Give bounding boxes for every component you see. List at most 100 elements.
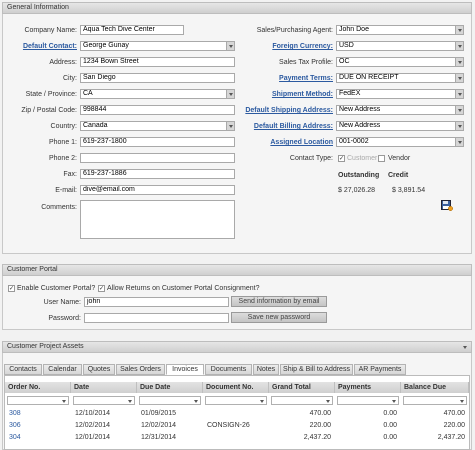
chevron-down-icon	[455, 90, 463, 98]
row2-order-no[interactable]: 306	[9, 421, 21, 431]
row3-date: 12/01/2014	[75, 434, 111, 441]
comments-label: Comments:	[41, 204, 77, 211]
vendor-checkbox[interactable]	[378, 155, 385, 162]
foreign-currency-link[interactable]: Foreign Currency:	[240, 42, 333, 51]
row3-payments: 0.00	[383, 434, 397, 441]
row2-date: 12/02/2014	[75, 422, 111, 429]
tab-sales-orders[interactable]: Sales Orders	[116, 364, 165, 375]
tab-ship-bill[interactable]: Ship & Bill to Address	[280, 364, 353, 375]
password-input[interactable]	[84, 313, 229, 323]
col-document-no[interactable]: Document No.	[203, 382, 269, 393]
row3-order-no[interactable]: 304	[9, 433, 21, 443]
default-billing-value: New Address	[339, 122, 381, 129]
tab-quotes[interactable]: Quotes	[83, 364, 115, 375]
user-name-input[interactable]: john	[84, 297, 229, 307]
phone2-input[interactable]	[80, 153, 235, 163]
sales-agent-label: Sales/Purchasing Agent:	[256, 27, 333, 34]
row2-payments: 0.00	[383, 422, 397, 429]
zip-input[interactable]: 998844	[80, 105, 235, 115]
email-input[interactable]: dive@email.com	[80, 185, 235, 195]
save-icon[interactable]	[441, 200, 453, 211]
filter-due-date[interactable]	[139, 396, 201, 405]
tab-contacts[interactable]: Contacts	[4, 364, 42, 375]
state-value: CA	[83, 90, 93, 97]
allow-returns-label: Allow Returns on Customer Portal Consign…	[107, 285, 260, 292]
tab-ar-payments[interactable]: AR Payments	[354, 364, 406, 375]
default-contact-select[interactable]: George Gunay	[80, 41, 235, 51]
vendor-label: Vendor	[388, 155, 411, 162]
sales-agent-select[interactable]: John Doe	[336, 25, 464, 35]
row2-document-no: CONSIGN-26	[207, 422, 250, 429]
assigned-location-link[interactable]: Assigned Location	[240, 138, 333, 147]
default-contact-link[interactable]: Default Contact:	[2, 42, 77, 51]
city-input[interactable]: San Diego	[80, 73, 235, 83]
assigned-location-value: 001-0002	[339, 138, 369, 145]
tab-invoices[interactable]: Invoices	[166, 364, 204, 375]
tab-documents[interactable]: Documents	[205, 364, 252, 375]
default-contact-value: George Gunay	[83, 42, 129, 49]
send-info-button[interactable]: Send information by email	[231, 296, 327, 307]
phone1-input[interactable]: 619-237-1800	[80, 137, 235, 147]
row1-balance-due: 470.00	[443, 410, 465, 417]
comments-textarea[interactable]	[80, 200, 235, 239]
chevron-down-icon	[127, 397, 134, 404]
row3-due-date: 12/31/2014	[141, 434, 177, 441]
filter-document-no[interactable]	[205, 396, 267, 405]
save-password-button[interactable]: Save new password	[231, 312, 327, 323]
col-payments[interactable]: Payments	[335, 382, 401, 393]
col-date[interactable]: Date	[71, 382, 137, 393]
credit-value: $ 3,891.54	[392, 187, 426, 194]
filter-balance-due[interactable]	[403, 396, 467, 405]
general-info-header[interactable]: General Information	[2, 2, 472, 14]
country-select[interactable]: Canada	[80, 121, 235, 131]
sales-tax-select[interactable]: OC	[336, 57, 464, 67]
assigned-location-select[interactable]: 001-0002	[336, 137, 464, 147]
project-assets-header[interactable]: Customer Project Assets	[2, 341, 472, 353]
payment-terms-value: DUE ON RECEIPT	[339, 74, 399, 81]
country-label: Country:	[50, 123, 77, 130]
fax-input[interactable]: 619-237-1886	[80, 169, 235, 179]
default-shipping-link[interactable]: Default Shipping Address:	[240, 106, 333, 115]
tab-notes[interactable]: Notes	[253, 364, 279, 375]
chevron-down-icon	[226, 90, 234, 98]
shipment-method-link[interactable]: Shipment Method:	[240, 90, 333, 99]
shipment-method-select[interactable]: FedEX	[336, 89, 464, 99]
default-shipping-select[interactable]: New Address	[336, 105, 464, 115]
user-name-label: User Name:	[43, 299, 81, 306]
phone2-label: Phone 2:	[48, 155, 77, 162]
default-billing-select[interactable]: New Address	[336, 121, 464, 131]
fax-label: Fax:	[63, 171, 77, 178]
address-input[interactable]: 1234 Bown Street	[80, 57, 235, 67]
default-billing-link[interactable]: Default Billing Address:	[240, 122, 333, 131]
chevron-down-icon	[455, 106, 463, 114]
customer-checkbox[interactable]: ✓	[338, 155, 345, 162]
company-name-input[interactable]: Aqua Tech Dive Center	[80, 25, 184, 35]
filter-order-no[interactable]	[7, 396, 69, 405]
chevron-down-icon	[226, 122, 234, 130]
row3-grand-total: 2,437.20	[303, 434, 331, 441]
country-value: Canada	[83, 122, 108, 129]
row1-date: 12/10/2014	[75, 410, 111, 417]
tab-calendar[interactable]: Calendar	[43, 364, 82, 375]
col-order-no[interactable]: Order No.	[5, 382, 71, 393]
foreign-currency-value: USD	[339, 42, 354, 49]
payment-terms-select[interactable]: DUE ON RECEIPT	[336, 73, 464, 83]
col-balance-due[interactable]: Balance Due	[401, 382, 469, 393]
enable-portal-checkbox[interactable]: ✓	[8, 285, 15, 292]
row1-order-no[interactable]: 308	[9, 409, 21, 419]
payment-terms-link[interactable]: Payment Terms:	[240, 74, 333, 83]
filter-date[interactable]	[73, 396, 135, 405]
customer-portal-header[interactable]: Customer Portal	[2, 264, 472, 276]
row2-due-date: 12/02/2014	[141, 422, 177, 429]
state-select[interactable]: CA	[80, 89, 235, 99]
foreign-currency-select[interactable]: USD	[336, 41, 464, 51]
customer-label: Customer	[347, 155, 378, 162]
chevron-down-icon	[463, 346, 467, 349]
allow-returns-checkbox[interactable]: ✓	[98, 285, 105, 292]
filter-payments[interactable]	[337, 396, 399, 405]
col-due-date[interactable]: Due Date	[137, 382, 203, 393]
filter-grand-total[interactable]	[271, 396, 333, 405]
col-grand-total[interactable]: Grand Total	[269, 382, 335, 393]
chevron-down-icon	[455, 42, 463, 50]
project-assets-title: Customer Project Assets	[7, 343, 84, 350]
